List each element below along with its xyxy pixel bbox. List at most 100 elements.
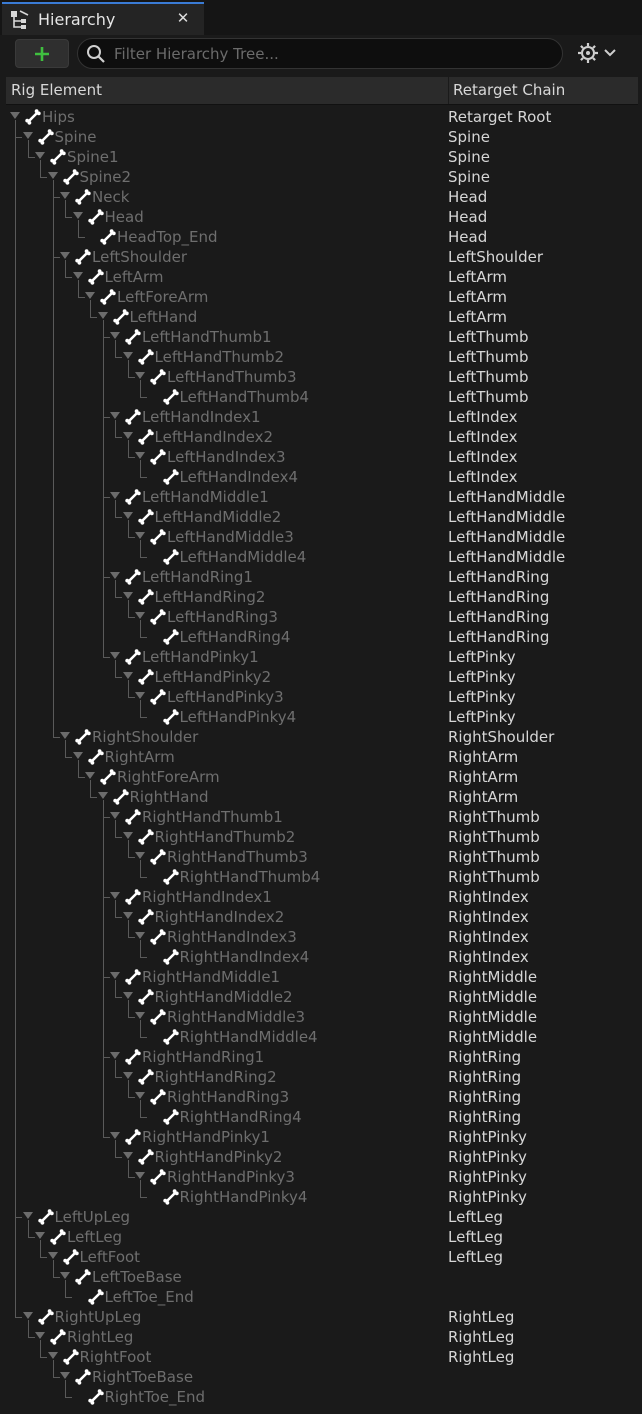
retarget-chain-value[interactable]: Spine	[448, 167, 490, 187]
tree-row[interactable]: LeftHandMiddle1 LeftHandMiddle	[0, 487, 642, 507]
retarget-chain-value[interactable]: RightThumb	[448, 847, 540, 867]
expand-arrow-icon[interactable]	[60, 1272, 70, 1279]
tree-row[interactable]: LeftHandRing2 LeftHandRing	[0, 587, 642, 607]
tree-row[interactable]: LeftHandRing4 LeftHandRing	[0, 627, 642, 647]
expand-arrow-icon[interactable]	[122, 512, 133, 519]
expand-arrow-icon[interactable]	[60, 252, 70, 259]
expand-arrow-icon[interactable]	[97, 792, 108, 799]
tree-row[interactable]: RightHandPinky1 RightPinky	[0, 1127, 642, 1147]
retarget-chain-value[interactable]: LeftArm	[448, 287, 507, 307]
expand-arrow-icon[interactable]	[110, 812, 120, 819]
retarget-chain-value[interactable]: LeftHandRing	[448, 607, 549, 627]
expand-arrow-icon[interactable]	[60, 732, 70, 739]
retarget-chain-value[interactable]: RightPinky	[448, 1167, 527, 1187]
retarget-chain-value[interactable]: RightLeg	[448, 1347, 514, 1367]
tree-row[interactable]: RightFoot RightLeg	[0, 1347, 642, 1367]
retarget-chain-value[interactable]: Head	[448, 227, 487, 247]
retarget-chain-value[interactable]: LeftIndex	[448, 447, 518, 467]
close-icon[interactable]: ✕	[174, 8, 192, 28]
retarget-chain-value[interactable]: Head	[448, 187, 487, 207]
retarget-chain-value[interactable]: LeftHandMiddle	[448, 547, 565, 567]
expand-arrow-icon[interactable]	[135, 612, 145, 619]
retarget-chain-value[interactable]: LeftPinky	[448, 707, 516, 727]
tree-row[interactable]: LeftHandThumb1 LeftThumb	[0, 327, 642, 347]
tree-row[interactable]: RightHandIndex1 RightIndex	[0, 887, 642, 907]
retarget-chain-value[interactable]: LeftLeg	[448, 1247, 503, 1267]
tree-row[interactable]: RightHandMiddle1 RightMiddle	[0, 967, 642, 987]
tree-row[interactable]: RightToeBase	[0, 1367, 642, 1387]
retarget-chain-value[interactable]: RightIndex	[448, 927, 529, 947]
tree-row[interactable]: RightHandRing4 RightRing	[0, 1107, 642, 1127]
tree-row[interactable]: RightLeg RightLeg	[0, 1327, 642, 1347]
tree-row[interactable]: LeftHandPinky2 LeftPinky	[0, 667, 642, 687]
retarget-chain-value[interactable]: Retarget Root	[448, 107, 551, 127]
expand-arrow-icon[interactable]	[135, 932, 145, 939]
expand-arrow-icon[interactable]	[110, 892, 120, 899]
tree-row[interactable]: LeftHandMiddle3 LeftHandMiddle	[0, 527, 642, 547]
tree-row[interactable]: RightForeArm RightArm	[0, 767, 642, 787]
tree-row[interactable]: RightHandThumb3 RightThumb	[0, 847, 642, 867]
retarget-chain-value[interactable]: LeftThumb	[448, 347, 529, 367]
column-divider[interactable]	[448, 77, 449, 104]
retarget-chain-value[interactable]: Spine	[448, 147, 490, 167]
tree-row[interactable]: Spine2 Spine	[0, 167, 642, 187]
expand-arrow-icon[interactable]	[47, 1252, 58, 1259]
tree-row[interactable]: LeftLeg LeftLeg	[0, 1227, 642, 1247]
tree-row[interactable]: LeftHandIndex1 LeftIndex	[0, 407, 642, 427]
retarget-chain-value[interactable]: RightArm	[448, 747, 518, 767]
tree-row[interactable]: LeftHandPinky1 LeftPinky	[0, 647, 642, 667]
retarget-chain-value[interactable]: LeftThumb	[448, 387, 529, 407]
retarget-chain-value[interactable]: LeftThumb	[448, 327, 529, 347]
expand-arrow-icon[interactable]	[110, 972, 120, 979]
settings-button[interactable]	[576, 40, 620, 66]
tree-row[interactable]: RightHandPinky3 RightPinky	[0, 1167, 642, 1187]
expand-arrow-icon[interactable]	[72, 272, 83, 279]
retarget-chain-value[interactable]: RightMiddle	[448, 1027, 537, 1047]
tree-row[interactable]: LeftHandPinky3 LeftPinky	[0, 687, 642, 707]
expand-arrow-icon[interactable]	[110, 572, 120, 579]
tree-row[interactable]: RightUpLeg RightLeg	[0, 1307, 642, 1327]
expand-arrow-icon[interactable]	[122, 1152, 133, 1159]
retarget-chain-value[interactable]: LeftIndex	[448, 467, 518, 487]
expand-arrow-icon[interactable]	[122, 992, 133, 999]
retarget-chain-value[interactable]: LeftHandMiddle	[448, 487, 565, 507]
expand-arrow-icon[interactable]	[85, 292, 95, 299]
column-retarget-chain[interactable]: Retarget Chain	[453, 81, 565, 99]
retarget-chain-value[interactable]: LeftThumb	[448, 367, 529, 387]
tree-row[interactable]: RightHandMiddle2 RightMiddle	[0, 987, 642, 1007]
tree-row[interactable]: LeftHandPinky4 LeftPinky	[0, 707, 642, 727]
retarget-chain-value[interactable]: RightIndex	[448, 907, 529, 927]
tree-row[interactable]: RightArm RightArm	[0, 747, 642, 767]
retarget-chain-value[interactable]: RightThumb	[448, 867, 540, 887]
retarget-chain-value[interactable]: RightPinky	[448, 1147, 527, 1167]
tree-row[interactable]: LeftHandRing1 LeftHandRing	[0, 567, 642, 587]
retarget-chain-value[interactable]: RightThumb	[448, 827, 540, 847]
tree-row[interactable]: Hips Retarget Root	[0, 107, 642, 127]
retarget-chain-value[interactable]: LeftHandRing	[448, 627, 549, 647]
expand-arrow-icon[interactable]	[47, 1352, 58, 1359]
tree-row[interactable]: Head Head	[0, 207, 642, 227]
retarget-chain-value[interactable]: LeftPinky	[448, 647, 516, 667]
tree-row[interactable]: LeftToe_End	[0, 1287, 642, 1307]
expand-arrow-icon[interactable]	[110, 1052, 120, 1059]
tree-row[interactable]: LeftHandRing3 LeftHandRing	[0, 607, 642, 627]
expand-arrow-icon[interactable]	[60, 192, 70, 199]
tree-row[interactable]: LeftHandMiddle4 LeftHandMiddle	[0, 547, 642, 567]
tree-row[interactable]: LeftHandThumb4 LeftThumb	[0, 387, 642, 407]
expand-arrow-icon[interactable]	[72, 752, 83, 759]
expand-arrow-icon[interactable]	[122, 352, 133, 359]
retarget-chain-value[interactable]: LeftHandMiddle	[448, 507, 565, 527]
retarget-chain-value[interactable]: RightPinky	[448, 1187, 527, 1207]
expand-arrow-icon[interactable]	[110, 652, 120, 659]
retarget-chain-value[interactable]: RightIndex	[448, 887, 529, 907]
tree-row[interactable]: Spine Spine	[0, 127, 642, 147]
tree-row[interactable]: LeftHandThumb3 LeftThumb	[0, 367, 642, 387]
tree-row[interactable]: LeftForeArm LeftArm	[0, 287, 642, 307]
expand-arrow-icon[interactable]	[122, 672, 133, 679]
tree-row[interactable]: LeftArm LeftArm	[0, 267, 642, 287]
expand-arrow-icon[interactable]	[85, 772, 95, 779]
expand-arrow-icon[interactable]	[135, 372, 145, 379]
tree-row[interactable]: RightHandIndex4 RightIndex	[0, 947, 642, 967]
retarget-chain-value[interactable]: LeftPinky	[448, 687, 516, 707]
retarget-chain-value[interactable]: RightMiddle	[448, 967, 537, 987]
